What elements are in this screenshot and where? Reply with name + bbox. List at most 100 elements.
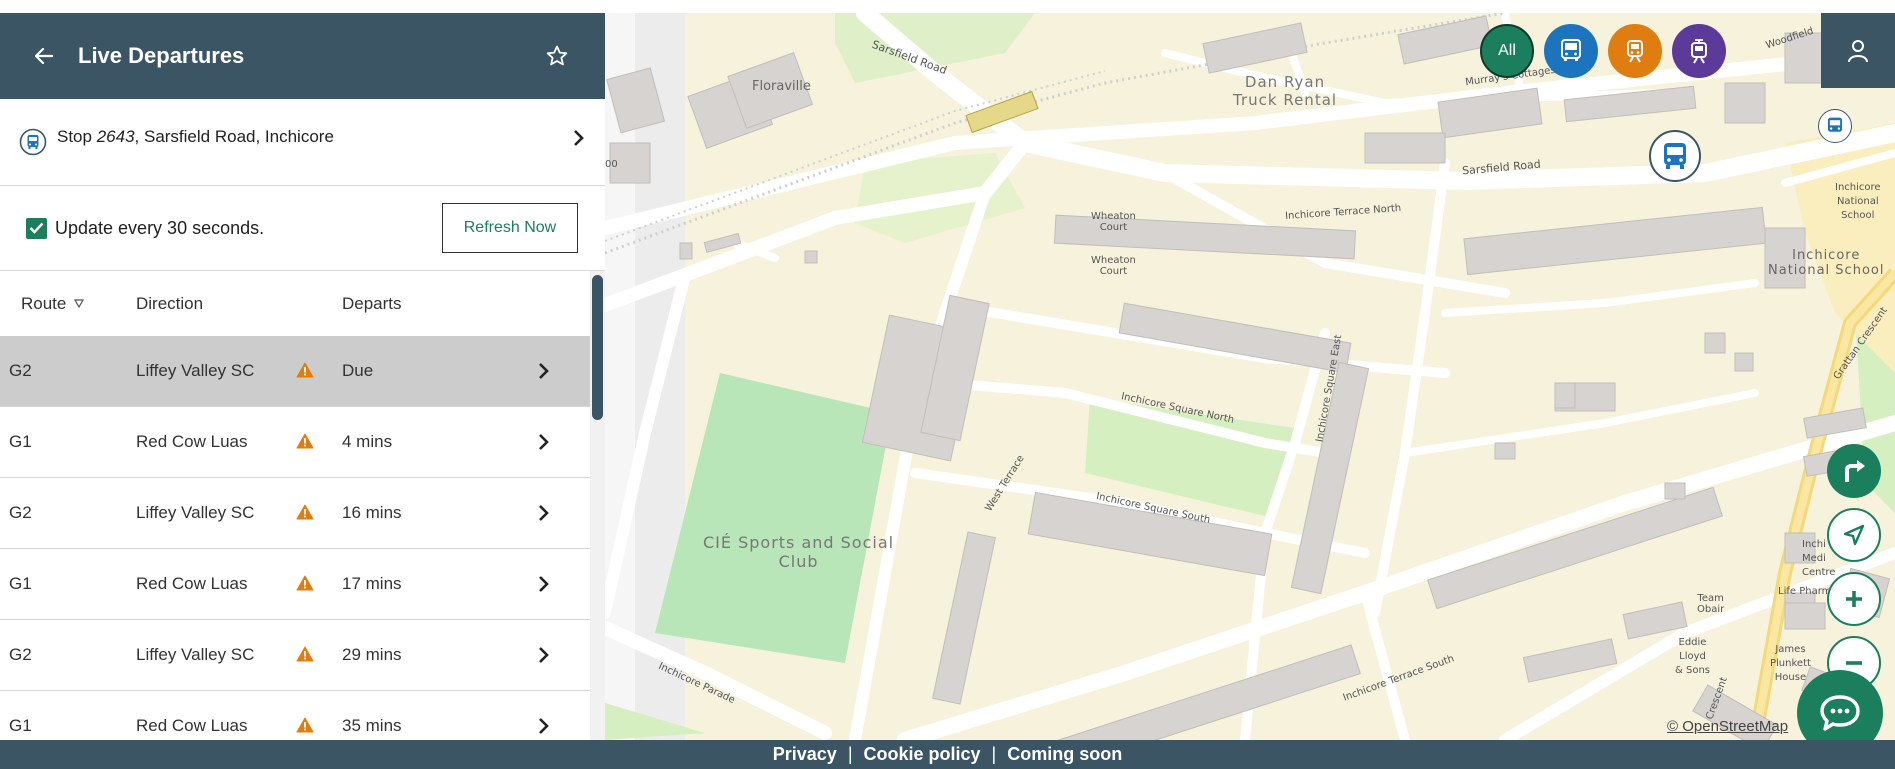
map-label-cie-club: CIÉ Sports and Social Club xyxy=(703,533,894,571)
departure-row[interactable]: G2 Liffey Valley SC 16 mins xyxy=(0,478,590,549)
stop-number: 2643 xyxy=(96,127,135,146)
bus-icon xyxy=(1664,143,1686,169)
direction-cell: Red Cow Luas xyxy=(136,716,248,735)
map[interactable]: Floraville Dan Ryan Truck Rental Murray's… xyxy=(605,13,1895,740)
warning-icon[interactable] xyxy=(296,717,314,733)
warning-icon[interactable] xyxy=(296,433,314,449)
refresh-now-button[interactable]: Refresh Now xyxy=(442,203,578,253)
app-root: Live Departures Stop 2643, Sarsfield Roa… xyxy=(0,0,1895,769)
direction-cell: Liffey Valley SC xyxy=(136,503,255,522)
bus-icon xyxy=(1561,39,1581,61)
auto-update-checkbox[interactable] xyxy=(26,217,47,239)
stop-name: Stop 2643, Sarsfield Road, Inchicore xyxy=(57,127,334,147)
departs-cell: 4 mins xyxy=(342,432,393,451)
account-button[interactable] xyxy=(1821,13,1895,88)
map-label-dan-ryan-line2: Truck Rental xyxy=(1233,91,1338,109)
back-arrow-icon xyxy=(35,48,53,64)
map-label-inchicore-ns-large: Inchicore National School xyxy=(1768,248,1884,278)
map-label-team-obair: Team Obair xyxy=(1697,593,1724,615)
warning-icon[interactable] xyxy=(296,575,314,591)
scrollbar-thumb[interactable] xyxy=(592,275,603,420)
map-label-eddie-line2: Lloyd xyxy=(1679,651,1706,662)
departs-cell: Due xyxy=(342,361,374,380)
map-label-wheaton2-line1: Wheaton xyxy=(1091,255,1136,266)
warning-icon[interactable] xyxy=(296,362,314,378)
scrollbar[interactable] xyxy=(590,271,605,740)
map-label-wheaton-line1: Wheaton xyxy=(1091,211,1136,222)
map-label-number: 00 xyxy=(605,159,618,170)
filter-luas-button[interactable] xyxy=(1672,24,1726,78)
top-strip xyxy=(0,0,1895,13)
map-label-wheaton-court-1: Wheaton Court xyxy=(1091,211,1136,233)
map-label-james-line3: House xyxy=(1774,672,1807,683)
chevron-right-icon xyxy=(539,647,549,663)
map-label-med-line3: Centre xyxy=(1802,567,1836,578)
sort-filter-icon xyxy=(74,299,85,308)
map-bus-stop-marker-selected[interactable] xyxy=(1649,130,1701,182)
map-label-eddie-lloyd: Eddie Lloyd & Sons xyxy=(1675,636,1710,678)
direction-cell: Liffey Valley SC xyxy=(136,645,255,664)
cookie-policy-link[interactable]: Cookie policy xyxy=(864,744,981,765)
departure-row[interactable]: G2 Liffey Valley SC Due xyxy=(0,336,590,407)
location-arrow-icon xyxy=(1843,524,1865,546)
favourite-button[interactable] xyxy=(535,34,579,78)
bus-icon xyxy=(1827,117,1843,132)
chevron-right-icon xyxy=(539,576,549,592)
map-label-james-line1: James xyxy=(1775,644,1806,655)
openstreetmap-attribution-link[interactable]: © OpenStreetMap xyxy=(1667,718,1788,735)
map-label-cie-line1: CIÉ Sports and Social xyxy=(703,533,895,552)
route-cell: G2 xyxy=(9,645,32,664)
map-label-ns-line2: National xyxy=(1836,196,1879,207)
bus-stop-icon xyxy=(19,128,47,156)
user-icon xyxy=(1848,39,1868,62)
table-header: Route Direction Departs xyxy=(0,271,605,336)
route-cell: G1 xyxy=(9,432,32,451)
privacy-link[interactable]: Privacy xyxy=(773,744,837,765)
coming-soon-link[interactable]: Coming soon xyxy=(1007,744,1122,765)
map-bus-stop-marker[interactable] xyxy=(1818,109,1852,143)
chevron-right-icon xyxy=(539,718,549,734)
chevron-right-icon xyxy=(539,434,549,450)
panel-header: Live Departures xyxy=(0,13,605,99)
map-label-ns-big-line1: Inchicore xyxy=(1792,248,1861,263)
locate-me-button[interactable] xyxy=(1827,508,1881,562)
stop-prefix: Stop xyxy=(57,127,97,146)
filter-bus-button[interactable] xyxy=(1544,24,1598,78)
route-column-header[interactable]: Route xyxy=(21,294,85,314)
map-label-team-line2: Obair xyxy=(1697,604,1725,615)
page-title: Live Departures xyxy=(78,43,245,68)
route-cell: G2 xyxy=(9,503,32,522)
map-base xyxy=(605,13,1895,740)
departure-row[interactable]: G1 Red Cow Luas 4 mins xyxy=(0,407,590,478)
warning-icon[interactable] xyxy=(296,504,314,520)
map-label-team-line1: Team xyxy=(1697,593,1724,604)
filter-all-button[interactable]: All xyxy=(1480,24,1534,78)
star-icon xyxy=(546,45,568,66)
departure-row[interactable]: G1 Red Cow Luas 17 mins xyxy=(0,549,590,620)
departure-rows: G2 Liffey Valley SC Due G1 Red Cow Luas 4 min… xyxy=(0,336,605,740)
departure-row[interactable]: G2 Liffey Valley SC 29 mins xyxy=(0,620,590,691)
auto-update-label: Update every 30 seconds. xyxy=(55,217,265,238)
departure-row[interactable]: G1 Red Cow Luas 35 mins xyxy=(0,691,590,740)
chevron-right-icon xyxy=(574,130,584,146)
back-button[interactable] xyxy=(22,34,66,78)
auto-update-row: Update every 30 seconds. Refresh Now xyxy=(0,186,605,271)
map-label-ns-big-line2: National School xyxy=(1768,263,1885,278)
map-label-med-line1: Inchi xyxy=(1802,539,1826,550)
direction-column-header: Direction xyxy=(136,293,204,313)
departs-cell: 17 mins xyxy=(342,574,402,593)
directions-icon xyxy=(1845,460,1865,482)
route-cell: G1 xyxy=(9,574,32,593)
directions-button[interactable] xyxy=(1827,444,1881,498)
train-icon xyxy=(1627,40,1643,63)
zoom-in-button[interactable] xyxy=(1827,572,1881,626)
map-label-inchicore-ns-small: Inchicore National School xyxy=(1835,181,1881,223)
stop-info-row[interactable]: Stop 2643, Sarsfield Road, Inchicore xyxy=(0,99,605,186)
stop-address: , Sarsfield Road, Inchicore xyxy=(134,127,334,146)
warning-icon[interactable] xyxy=(296,646,314,662)
map-label-james-line2: Plunkett xyxy=(1770,658,1811,669)
map-label-eddie-line1: Eddie xyxy=(1678,637,1707,648)
map-label-life-pharm: Life Pharm xyxy=(1778,586,1832,597)
filter-rail-button[interactable] xyxy=(1608,24,1662,78)
chat-bubble-icon xyxy=(1820,695,1860,731)
